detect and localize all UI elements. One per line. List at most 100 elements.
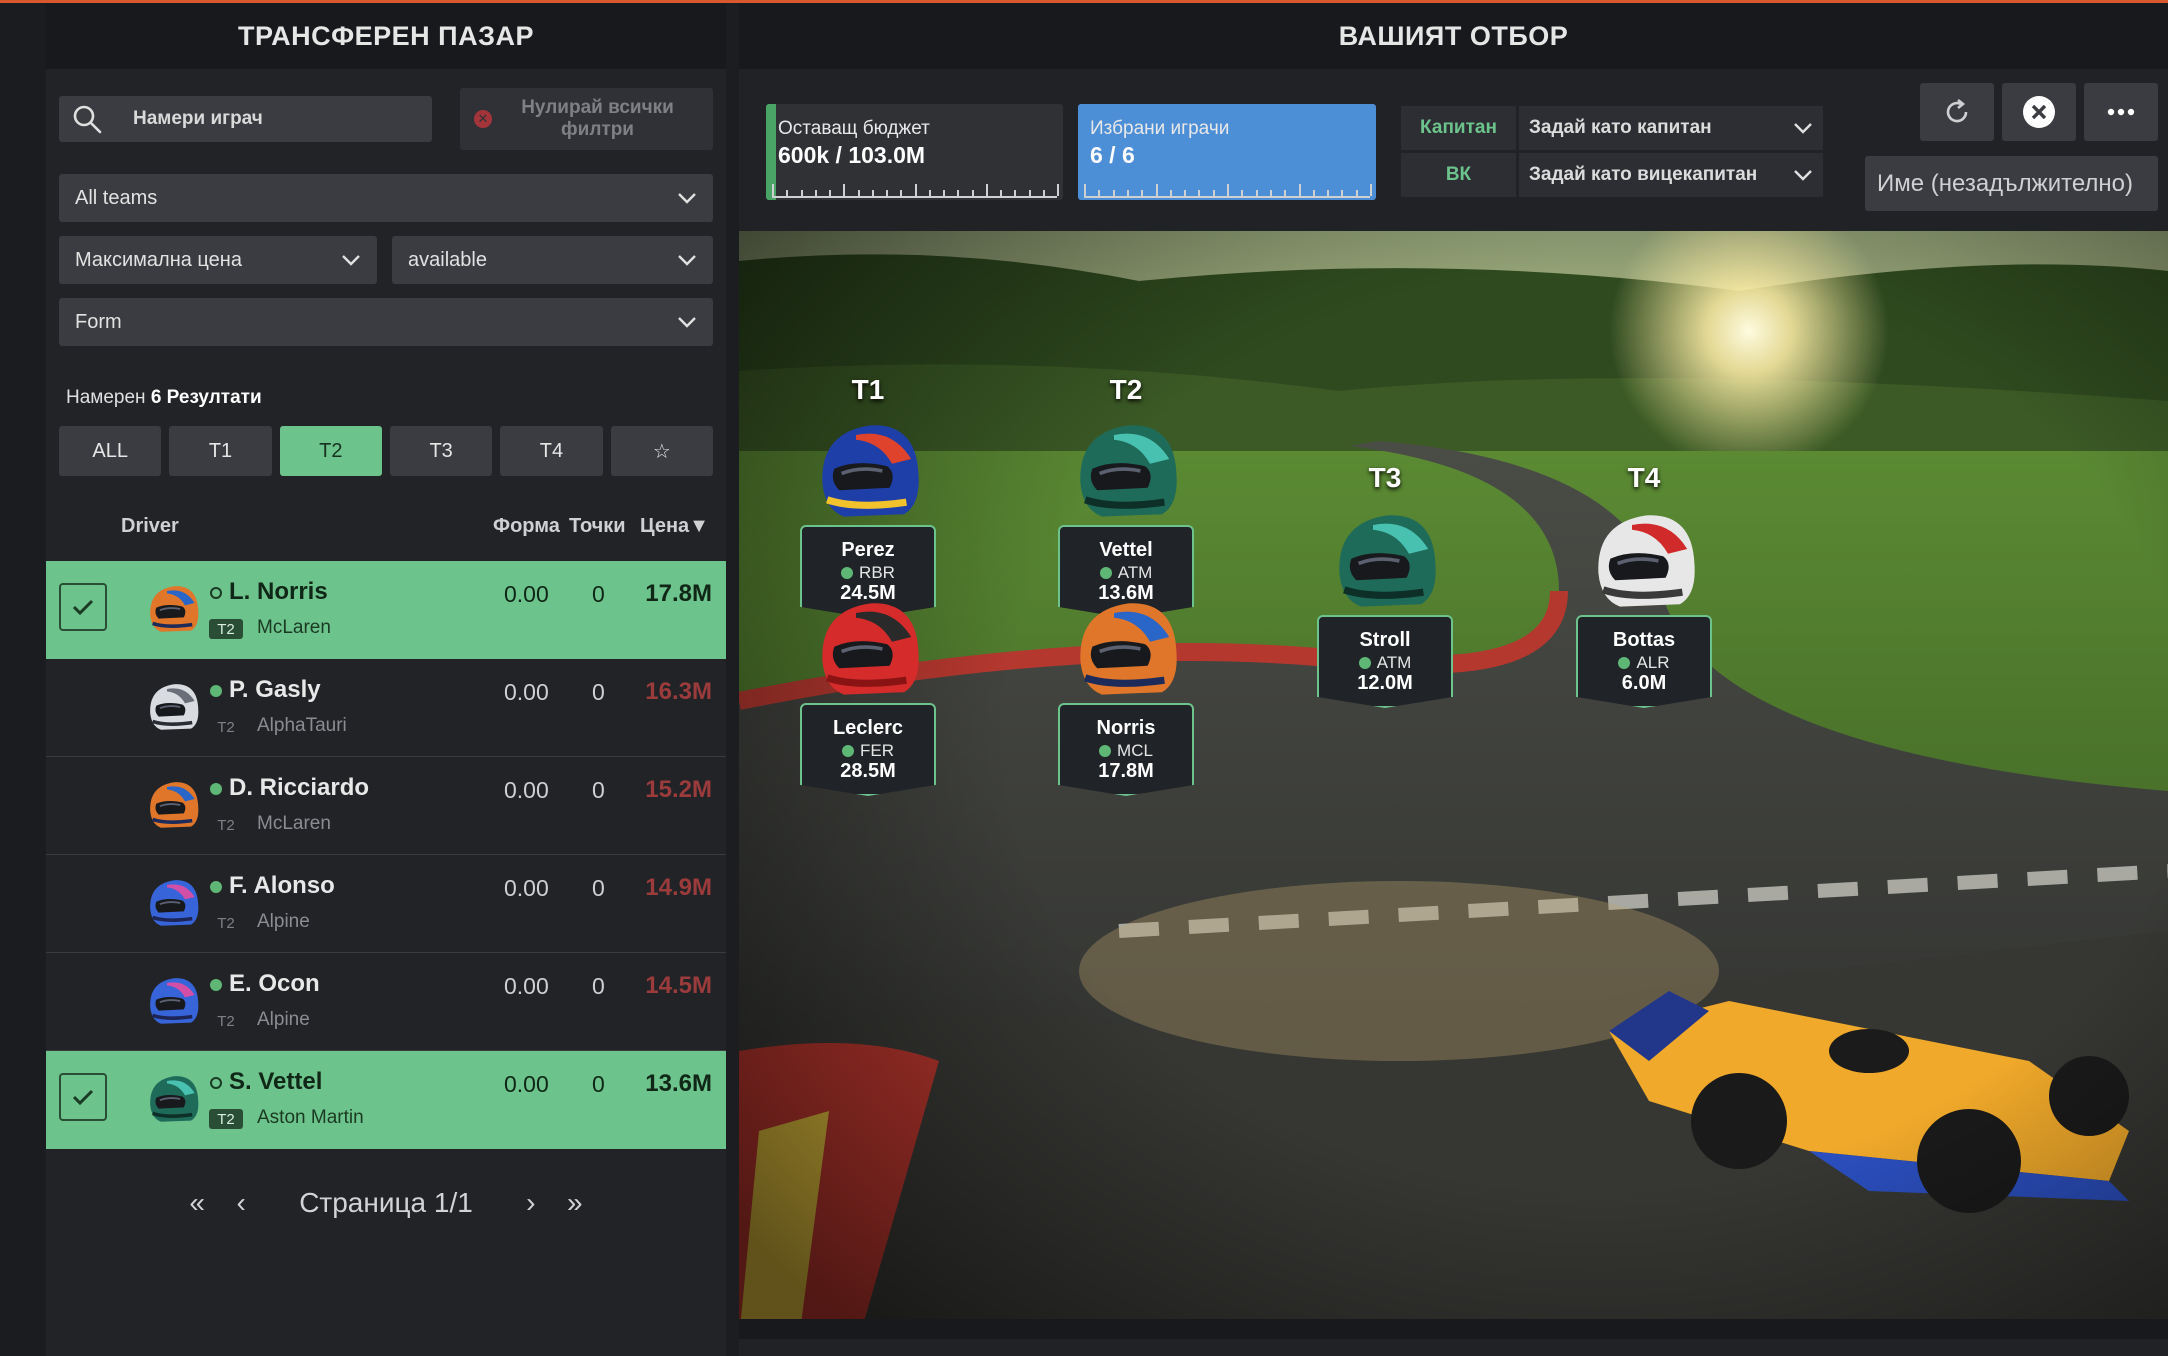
col-form[interactable]: Форма [493, 515, 560, 538]
availability-dot [210, 783, 222, 795]
tab-t4[interactable]: T4 [500, 426, 603, 476]
driver-team: Alpine [257, 911, 310, 932]
more-options-button[interactable] [2084, 83, 2158, 141]
driver-row[interactable]: D. Ricciardo T2 McLaren 0.00 0 15.2M [46, 757, 726, 855]
driver-row[interactable]: E. Ocon T2 Alpine 0.00 0 14.5M [46, 953, 726, 1051]
player-card[interactable]: Stroll ATM 12.0M [1317, 501, 1453, 708]
driver-tier-badge: T2 [209, 1109, 243, 1129]
player-team: ALR [1578, 653, 1710, 673]
player-price: 17.8M [1098, 760, 1154, 782]
table-header: Driver Форма Точки Цена▼ [46, 509, 726, 545]
availability-dot [210, 685, 222, 697]
picked-players: Избрани играчи 6 / 6 [1078, 104, 1376, 200]
driver-team: Alpine [257, 1009, 310, 1030]
driver-name[interactable]: L. Norris [229, 578, 328, 606]
selected-checkbox[interactable] [59, 1073, 107, 1121]
tab-t3[interactable]: T3 [389, 426, 493, 476]
driver-name[interactable]: S. Vettel [229, 1068, 322, 1096]
driver-helmet-icon [143, 579, 203, 639]
tab-t2[interactable]: T2 [279, 426, 382, 476]
driver-name[interactable]: F. Alonso [229, 872, 335, 900]
availability-filter-value: available [408, 248, 487, 271]
driver-points: 0 [592, 1071, 605, 1097]
form-filter-select[interactable]: Form [59, 298, 713, 346]
close-circle-icon [2023, 96, 2055, 128]
status-dot [841, 567, 854, 579]
tier-tabs: ALL T1 T2 T3 T4 ☆ [59, 426, 713, 476]
player-card[interactable]: Leclerc FER 28.5M [800, 589, 936, 796]
driver-row[interactable]: L. Norris T2 McLaren 0.00 0 17.8M [46, 561, 726, 659]
clear-team-button[interactable] [2002, 83, 2076, 141]
captain-row: Капитан Задай като капитан [1401, 106, 1823, 150]
helmet-icon [1598, 515, 1695, 607]
helmet-icon [1080, 603, 1177, 695]
chevron-down-icon [678, 317, 696, 328]
captain-select-value: Задай като капитан [1529, 117, 1712, 138]
col-driver[interactable]: Driver [121, 515, 179, 538]
tab-all[interactable]: ALL [59, 426, 162, 476]
tab-t1[interactable]: T1 [169, 426, 272, 476]
availability-dot [210, 979, 222, 991]
first-page-icon[interactable]: « [175, 1187, 219, 1219]
driver-tier-badge: T2 [217, 816, 235, 834]
driver-name[interactable]: E. Ocon [229, 970, 320, 998]
picked-label: Избрани играчи [1090, 118, 1230, 139]
reset-team-button[interactable] [1920, 83, 1994, 141]
player-card[interactable]: Norris MCL 17.8M [1058, 589, 1194, 796]
player-card-info: Norris MCL 17.8M [1058, 703, 1194, 796]
next-page-icon[interactable]: › [509, 1187, 553, 1219]
reset-filters-button[interactable]: ✕ Нулирай всички филтри [460, 88, 713, 150]
col-price[interactable]: Цена▼ [640, 515, 709, 538]
availability-dot [210, 881, 222, 893]
driver-list: L. Norris T2 McLaren 0.00 0 17.8M P. Gas… [46, 561, 726, 1149]
player-team-code: FER [860, 741, 894, 760]
results-prefix: Намерен [66, 387, 146, 408]
chevron-down-icon [1794, 123, 1812, 134]
remaining-budget: Оставащ бюджет 600k / 103.0M [766, 104, 1063, 200]
driver-form: 0.00 [504, 1071, 549, 1097]
availability-filter-select[interactable]: available [392, 236, 713, 284]
price-filter-select[interactable]: Максимална цена [59, 236, 377, 284]
market-title: ТРАНСФЕРЕН ПАЗАР [46, 3, 726, 69]
player-card-info: Stroll ATM 12.0M [1317, 615, 1453, 708]
status-dot [842, 745, 854, 757]
player-team-code: ALR [1636, 653, 1670, 672]
driver-helmet-icon [143, 775, 203, 835]
driver-form: 0.00 [504, 581, 549, 607]
vice-captain-select[interactable]: Задай като вицекапитан [1519, 153, 1823, 197]
player-card[interactable]: Vettel ATM 13.6M [1058, 411, 1194, 618]
results-count: Намерен 6 Резултати [66, 387, 262, 409]
team-title: ВАШИЯТ ОТБОР [739, 3, 2168, 69]
driver-name[interactable]: D. Ricciardo [229, 774, 369, 802]
search-input[interactable]: Намери играч [59, 96, 432, 142]
transfer-market-panel: ТРАНСФЕРЕН ПАЗАР Намери играч ✕ Нулирай … [46, 3, 726, 1356]
team-filter-select[interactable]: All teams [59, 174, 713, 222]
player-name: Stroll [1359, 629, 1411, 651]
selected-checkbox[interactable] [59, 583, 107, 631]
prev-page-icon[interactable]: ‹ [219, 1187, 263, 1219]
search-placeholder: Намери играч [133, 108, 263, 129]
helmet-icon [150, 978, 199, 1024]
driver-name[interactable]: P. Gasly [229, 676, 321, 704]
player-card[interactable]: Perez RBR 24.5M [800, 411, 936, 618]
driver-row[interactable]: F. Alonso T2 Alpine 0.00 0 14.9M [46, 855, 726, 953]
team-name-input[interactable]: Име (незадължително) [1865, 156, 2158, 211]
player-team: ATM [1319, 653, 1451, 673]
helmet-icon [1080, 425, 1177, 517]
player-name: Leclerc [832, 717, 904, 739]
col-points[interactable]: Точки [569, 515, 626, 538]
player-helmet [1066, 411, 1186, 531]
driver-row[interactable]: S. Vettel T2 Aston Martin 0.00 0 13.6M [46, 1051, 726, 1149]
player-team: ATM [1060, 563, 1192, 583]
last-page-icon[interactable]: » [553, 1187, 597, 1219]
tab-favorites[interactable]: ☆ [610, 426, 713, 476]
chevron-down-icon [678, 193, 696, 204]
left-edge [0, 3, 46, 1356]
player-price: 28.5M [840, 760, 896, 782]
driver-points: 0 [592, 973, 605, 999]
driver-row[interactable]: P. Gasly T2 AlphaTauri 0.00 0 16.3M [46, 659, 726, 757]
player-name: Vettel [1099, 539, 1153, 561]
helmet-icon [150, 586, 199, 632]
player-card[interactable]: Bottas ALR 6.0M [1576, 501, 1712, 708]
captain-select[interactable]: Задай като капитан [1519, 106, 1823, 150]
